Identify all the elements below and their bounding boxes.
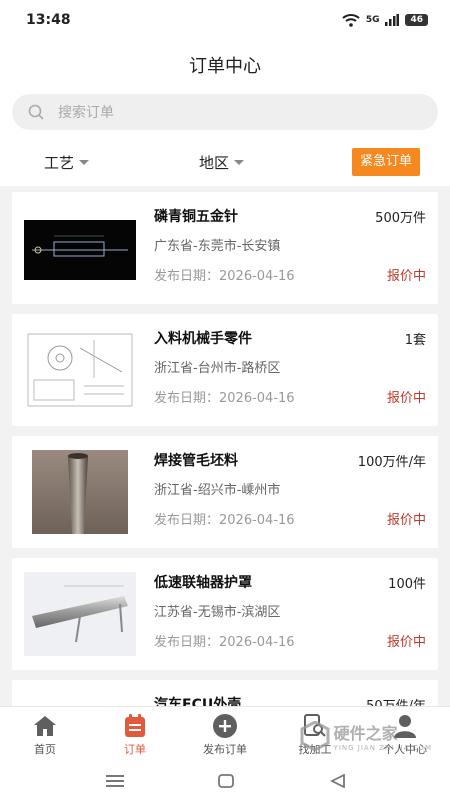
filter-region-dropdown[interactable]: 地区: [199, 152, 245, 173]
watermark: 硬件之家 YING JIAN ZHI JIA.COM: [300, 720, 432, 752]
order-name: 磷青铜五金针: [154, 209, 238, 225]
wifi-icon: [342, 14, 360, 27]
plus-circle-icon: [213, 714, 237, 738]
order-quantity: 500万件: [375, 211, 426, 226]
order-quantity: 100件: [388, 577, 426, 592]
search-input[interactable]: 搜索订单: [12, 94, 438, 130]
order-region: 江苏省-无锡市-滨湖区: [154, 605, 281, 620]
status-icons: 5G 46: [342, 13, 428, 27]
page-header: 订单中心 搜索订单 工艺 地区 紧急订单: [0, 40, 450, 186]
order-date: 发布日期：2026-04-16: [154, 513, 295, 528]
filter-process-dropdown[interactable]: 工艺: [44, 152, 90, 173]
order-date: 发布日期：2026-04-16: [154, 269, 295, 284]
battery-icon: 46: [405, 14, 428, 26]
order-card[interactable]: 入料机械手零件 1套 浙江省-台州市-路桥区 发布日期：2026-04-16 报…: [12, 314, 438, 426]
clock: 13:48: [26, 12, 71, 28]
order-name: 入料机械手零件: [154, 331, 252, 347]
filter-bar: 工艺 地区 紧急订单: [0, 148, 450, 176]
order-quantity: 1套: [404, 333, 426, 348]
back-triangle-icon[interactable]: [330, 774, 346, 788]
order-status: 报价中: [386, 391, 426, 406]
home-square-icon[interactable]: [218, 774, 234, 788]
filter-region-label: 地区: [199, 154, 230, 172]
order-region: 浙江省-绍兴市-嵊州市: [154, 483, 281, 498]
order-list-icon: [125, 714, 145, 737]
page-title: 订单中心: [189, 56, 261, 77]
tab-orders-label: 订单: [124, 743, 146, 756]
tab-home-label: 首页: [34, 743, 56, 756]
order-region: 广东省-东莞市-长安镇: [154, 239, 281, 254]
tab-publish-label: 发布订单: [203, 743, 247, 756]
watermark-pinyin: YING JIAN ZHI JIA.COM: [333, 744, 432, 752]
tab-orders[interactable]: 订单: [90, 713, 180, 757]
order-status: 报价中: [386, 513, 426, 528]
search-placeholder: 搜索订单: [58, 105, 114, 121]
network-label: 5G: [365, 15, 380, 25]
signal-icon: [385, 14, 400, 26]
order-thumbnail: [24, 572, 136, 656]
tab-home[interactable]: 首页: [0, 713, 90, 757]
order-thumbnail: [24, 450, 136, 534]
menu-icon[interactable]: [106, 774, 124, 788]
order-quantity: 100万件/年: [357, 455, 426, 470]
urgent-orders-button[interactable]: 紧急订单: [351, 148, 420, 176]
filter-process-label: 工艺: [44, 154, 75, 172]
order-card[interactable]: 低速联轴器护罩 100件 江苏省-无锡市-滨湖区 发布日期：2026-04-16…: [12, 558, 438, 670]
order-status: 报价中: [386, 269, 426, 284]
search-icon: [28, 104, 44, 120]
watermark-logo-icon: [300, 721, 330, 751]
system-nav-bar: [0, 764, 450, 800]
order-region: 浙江省-台州市-路桥区: [154, 361, 281, 376]
watermark-brand: 硬件之家: [333, 724, 398, 743]
order-card[interactable]: 焊接管毛坯料 100万件/年 浙江省-绍兴市-嵊州市 发布日期：2026-04-…: [12, 436, 438, 548]
order-date: 发布日期：2026-04-16: [154, 635, 295, 650]
order-status: 报价中: [386, 635, 426, 650]
order-thumbnail: [24, 328, 136, 412]
chevron-down-icon: [234, 160, 245, 165]
status-bar: 13:48 5G 46: [0, 0, 450, 40]
order-name: 低速联轴器护罩: [154, 575, 252, 591]
order-date: 发布日期：2026-04-16: [154, 391, 295, 406]
order-card[interactable]: 磷青铜五金针 500万件 广东省-东莞市-长安镇 发布日期：2026-04-16…: [12, 192, 438, 304]
order-thumbnail: [24, 206, 136, 290]
home-icon: [34, 716, 56, 736]
tab-publish[interactable]: 发布订单: [180, 713, 270, 757]
chevron-down-icon: [79, 160, 90, 165]
order-name: 焊接管毛坯料: [154, 453, 238, 469]
